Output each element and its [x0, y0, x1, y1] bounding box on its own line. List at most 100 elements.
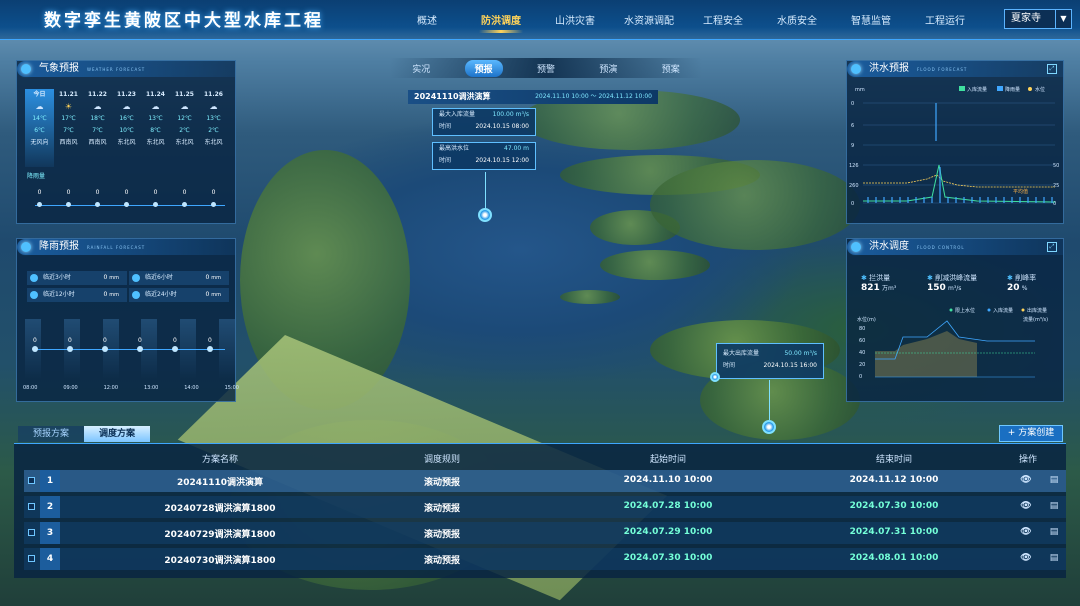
document-icon[interactable]: ▤: [1050, 553, 1059, 563]
spillway-pin-icon[interactable]: [762, 420, 776, 434]
row-checkbox[interactable]: [28, 503, 35, 510]
nav-item[interactable]: 山洪灾害: [538, 12, 612, 33]
document-icon[interactable]: ▤: [1050, 475, 1059, 485]
view-icon[interactable]: 👁: [1020, 501, 1031, 511]
rainfall-cell-unit: mm: [211, 292, 221, 298]
x-tick: 14:00: [184, 385, 199, 391]
nav-item[interactable]: 防洪调度: [464, 12, 538, 33]
legend-inflow: 入库流量: [967, 86, 987, 93]
subtab[interactable]: 预演: [589, 60, 627, 77]
legend-inflow: 入库流量: [993, 307, 1013, 314]
rainfall-dot: [32, 346, 38, 352]
row-number: 2: [40, 496, 60, 518]
weather-day: 11.23 ☁ 16℃ 10℃ 东北风: [112, 89, 141, 167]
nav-item[interactable]: 智慧监管: [834, 12, 908, 33]
site-select[interactable]: 夏家寺 ▼: [1004, 9, 1072, 29]
table-row[interactable]: 4 20240730调洪演算1800 滚动预报 2024.07.30 10:00 202…: [24, 548, 1066, 570]
rain-dot: [141, 202, 170, 207]
legend-swatch-rain: [997, 86, 1003, 91]
flow-bar: [891, 197, 893, 203]
table-row[interactable]: 1 20241110调洪演算 滚动预报 2024.11.10 10:00 2024.11…: [24, 470, 1066, 492]
x-tick: 09:00: [63, 385, 78, 391]
time-label: 时间: [439, 157, 452, 164]
document-icon[interactable]: ▤: [1050, 501, 1059, 511]
row-checkbox[interactable]: [28, 555, 35, 562]
expand-icon[interactable]: ⤢: [1047, 64, 1057, 74]
flow-bar: [979, 197, 981, 203]
weather-day: 11.26 ☁ 13℃ 2℃ 东北风: [199, 89, 228, 167]
rainfall-cell-number: 0: [205, 274, 210, 281]
y-axis-label: mm: [855, 87, 865, 93]
nav-item[interactable]: 工程运行: [908, 12, 982, 33]
nav-item[interactable]: 工程安全: [686, 12, 760, 33]
stat-peak-rate: ✱ 削峰率 20 %: [1007, 273, 1036, 293]
plan-end: 2024.08.01 10:00: [849, 553, 939, 563]
island: [600, 250, 710, 280]
panel-subtitle: FLOOD FORECAST: [917, 67, 968, 72]
flood-control-chart: 限上水位 入库流量 出库流量 水位(m) 流量(m³/s) 80 60 40 2…: [857, 307, 1048, 380]
nav-item[interactable]: 概述: [390, 12, 464, 33]
flow-bar: [963, 197, 965, 203]
view-icon[interactable]: 👁: [1020, 553, 1031, 563]
col-end: 结束时间: [875, 455, 913, 465]
row-checkbox[interactable]: [28, 529, 35, 536]
rain-value: 0: [211, 189, 216, 196]
plan-name: 20240728调洪演算1800: [164, 504, 276, 514]
sun-icon: ☀: [64, 102, 73, 111]
nav-item[interactable]: 水质安全: [760, 12, 834, 33]
plan-tab[interactable]: 预报方案: [18, 426, 84, 442]
flow-bar: [1019, 197, 1021, 203]
stat-value: 150: [927, 283, 946, 293]
table-row[interactable]: 2 20240728调洪演算1800 滚动预报 2024.07.28 10:00 202…: [24, 496, 1066, 518]
subtab[interactable]: 实况: [402, 60, 440, 77]
rain-value: 0: [153, 189, 158, 196]
rain-dot-marker: [124, 202, 129, 207]
panel-title-icon: [21, 242, 31, 252]
x-tick: 13:00: [143, 385, 159, 391]
legend-level: 水位: [1035, 86, 1045, 93]
outlet-pin-icon[interactable]: [710, 372, 720, 382]
rainfall-cell-unit: mm: [109, 292, 119, 298]
flood-forecast-chart: mm 入库流量 降雨量 水位 0 6 9 126 260 0 50 25 0 平…: [849, 86, 1059, 207]
flood-limit-label: 平均值: [1013, 188, 1028, 195]
plan-end: 2024.07.31 10:00: [849, 527, 939, 537]
view-icon[interactable]: 👁: [1020, 475, 1031, 485]
rain-dot-marker: [95, 202, 100, 207]
rainfall-cell-value: 0 mm: [104, 271, 120, 285]
subtab[interactable]: 预案: [652, 60, 690, 77]
view-icon[interactable]: 👁: [1020, 527, 1031, 537]
rain-value: 0: [182, 189, 187, 196]
flow-bar: [1051, 197, 1053, 203]
rainfall-cell: 临近3小时 0 mm: [27, 271, 127, 285]
y-tick: 9: [851, 143, 854, 149]
flow-bar: [867, 197, 869, 203]
max-level-label: 最高洪水位: [439, 145, 470, 152]
pin-line: [769, 380, 770, 420]
subtab[interactable]: 预警: [527, 60, 565, 77]
create-plan-button[interactable]: + 方案创建: [999, 425, 1063, 442]
row-checkbox[interactable]: [28, 477, 35, 484]
max-outflow-unit: m³/s: [803, 350, 817, 357]
panel-title-text: 降雨预报: [39, 241, 79, 252]
rain-value: 0: [66, 189, 71, 196]
reservoir-pin-icon[interactable]: [478, 208, 492, 222]
max-level-unit: m: [523, 145, 529, 152]
rain-dot: [83, 202, 112, 207]
rainfall-cell-unit: mm: [109, 275, 119, 281]
weather-day: 11.24 ☁ 13℃ 8℃ 东北风: [141, 89, 170, 167]
col-rule: 调度规则: [423, 455, 461, 465]
weather-low: 6℃: [34, 127, 45, 134]
expand-icon[interactable]: ⤢: [1047, 242, 1057, 252]
document-icon[interactable]: ▤: [1050, 527, 1059, 537]
dashboard-root: 数字孪生黄陂区中大型水库工程 概述 防洪调度 山洪灾害 水资源调配 工程安全 水质安全 智慧…: [0, 0, 1080, 606]
panel-title: 洪水预报 FLOOD FORECAST ⤢: [847, 61, 1063, 77]
nav-item[interactable]: 水资源调配: [612, 12, 686, 33]
plan-rule: 滚动预报: [423, 556, 461, 566]
table-row[interactable]: 3 20240729调洪演算1800 滚动预报 2024.07.29 10:00 202…: [24, 522, 1066, 544]
subtab[interactable]: 预报: [464, 59, 503, 77]
weather-wind: 东北风: [204, 139, 223, 146]
plan-tab[interactable]: 调度方案: [84, 426, 150, 442]
rainfall-value: 0: [103, 337, 107, 344]
rainfall-dot: [137, 346, 143, 352]
panel-title-text: 气象预报: [39, 63, 79, 74]
